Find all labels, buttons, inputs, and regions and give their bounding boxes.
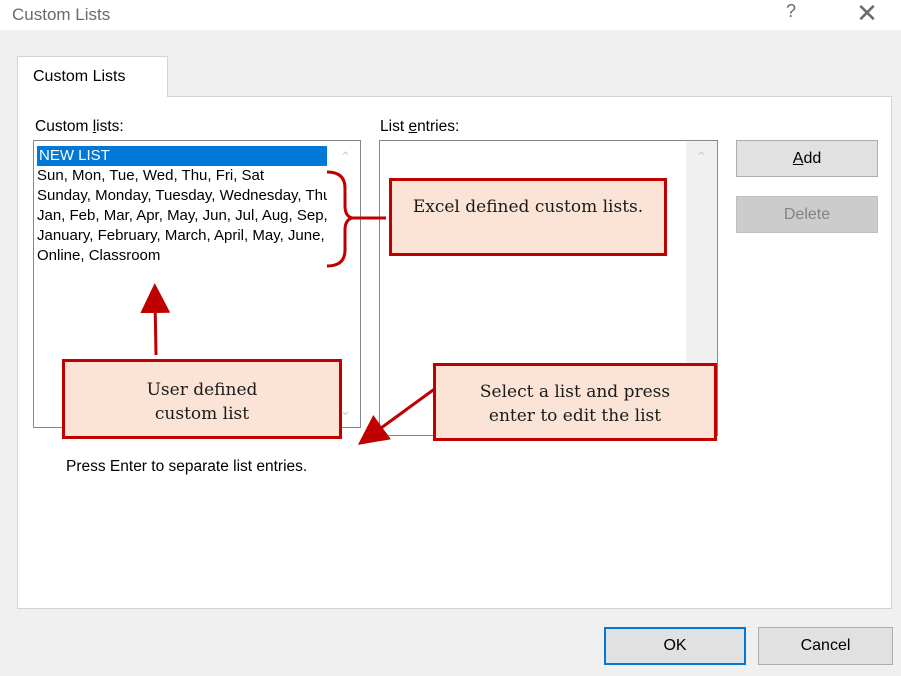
add-button[interactable]: Add — [736, 140, 878, 177]
custom-lists-label-post: ists: — [96, 118, 124, 135]
help-button[interactable]: ? — [776, 1, 806, 27]
delete-button[interactable]: Delete — [736, 196, 878, 233]
list-item[interactable]: Online, Classroom — [37, 246, 327, 266]
list-item-new-list[interactable]: NEW LIST — [37, 146, 327, 166]
list-entries-label-pre: List — [380, 118, 409, 135]
title-bar: Custom Lists ? ✕ — [0, 0, 901, 30]
callout-excel-defined: Excel defined custom lists. — [389, 178, 667, 256]
list-item[interactable]: January, February, March, April, May, Ju… — [37, 226, 327, 246]
hint-text: Press Enter to separate list entries. — [66, 458, 308, 475]
callout-select-list: Select a list and press enter to edit th… — [433, 363, 717, 441]
tab-label: Custom Lists — [33, 68, 126, 85]
ok-button[interactable]: OK — [604, 627, 746, 665]
list-entries-label-post: ntries: — [417, 118, 460, 135]
custom-lists-label: Custom lists: — [35, 118, 124, 136]
callout-user-defined: User defined custom list — [62, 359, 342, 439]
window-title: Custom Lists — [12, 5, 111, 24]
scroll-up-icon[interactable]: ⌃ — [693, 149, 710, 165]
list-entries-label-accelerator: e — [408, 118, 418, 135]
scroll-up-icon[interactable]: ⌃ — [337, 149, 354, 165]
cancel-button[interactable]: Cancel — [758, 627, 893, 665]
tab-custom-lists[interactable]: Custom Lists — [17, 56, 168, 97]
list-item[interactable]: Sun, Mon, Tue, Wed, Thu, Fri, Sat — [37, 166, 327, 186]
list-item[interactable]: Jan, Feb, Mar, Apr, May, Jun, Jul, Aug, … — [37, 206, 327, 226]
add-button-label: dd — [803, 150, 822, 167]
add-button-accelerator: A — [792, 150, 804, 167]
close-icon[interactable]: ✕ — [850, 0, 884, 28]
custom-lists-label-pre: Custom — [35, 118, 93, 135]
list-item[interactable]: Sunday, Monday, Tuesday, Wednesday, Thur… — [37, 186, 327, 206]
list-entries-label: List entries: — [380, 118, 459, 136]
